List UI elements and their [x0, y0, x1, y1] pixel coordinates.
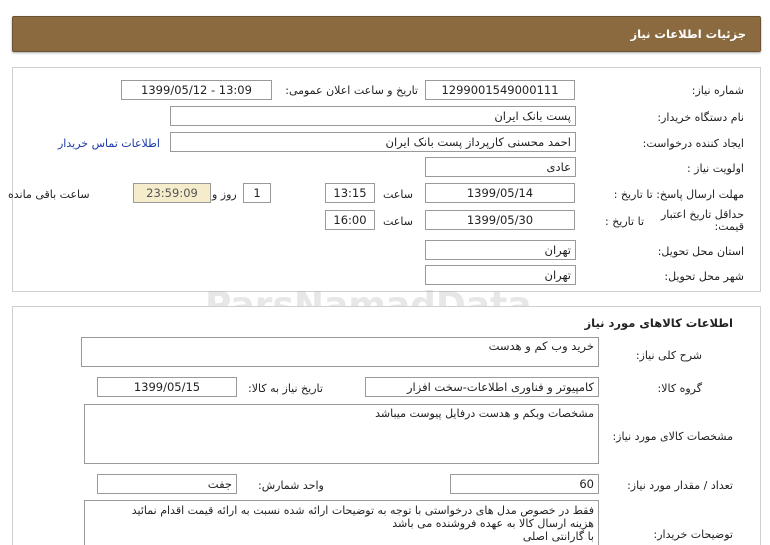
buyer-org-field: پست بانک ایران: [170, 106, 576, 126]
reply-date-field: 1399/05/14: [425, 183, 575, 203]
page-header: جزئیات اطلاعات نیاز: [12, 16, 761, 52]
quantity-field: 60: [450, 474, 599, 494]
buyer-notes-label: توضیحات خریدار:: [653, 528, 734, 541]
goods-specs-label: مشخصات کالای مورد نیاز:: [612, 430, 733, 443]
reply-time-label: ساعت: [383, 188, 413, 201]
time-left-label: ساعت باقی مانده: [8, 188, 90, 201]
goods-specs-field: مشخصات وبکم و هدست درفایل پیوست میباشد: [84, 404, 599, 464]
priority-field: عادی: [425, 157, 576, 177]
need-date-label: تاریخ نیاز به کالا:: [248, 382, 323, 395]
price-to-date-label: تا تاریخ :: [605, 215, 644, 228]
goods-group-label: گروه کالا:: [657, 382, 702, 395]
unit-field: جفت: [97, 474, 237, 494]
buyer-notes-field: فقط در خصوص مدل های درخواستی با توجه به …: [84, 500, 599, 545]
requester-field: احمد محسنی کارپرداز پست بانک ایران: [170, 132, 576, 152]
unit-label: واحد شمارش:: [258, 479, 324, 492]
buyer-note-line: هزینه ارسال کالا به عهده فروشنده می باشد: [392, 517, 594, 530]
need-date-field: 1399/05/15: [97, 377, 237, 397]
price-time-field: 16:00: [325, 210, 375, 230]
province-field: تهران: [425, 240, 576, 260]
province-label: استان محل تحویل:: [657, 245, 744, 258]
reply-deadline-label: مهلت ارسال پاسخ: تا تاریخ :: [613, 188, 744, 201]
need-number-field: 1299001549000111: [425, 80, 575, 100]
city-field: تهران: [425, 265, 576, 285]
days-left-field: 1: [243, 183, 271, 203]
page-title: جزئیات اطلاعات نیاز: [630, 27, 746, 41]
price-date-field: 1399/05/30: [425, 210, 575, 230]
buyer-contact-link[interactable]: اطلاعات تماس خریدار: [58, 137, 160, 150]
buyer-note-line: با گارانتی اصلی: [522, 530, 594, 543]
price-validity-label: حداقل تاریخ اعتبار قیمت:: [660, 208, 744, 233]
city-label: شهر محل تحویل:: [664, 270, 744, 283]
buyer-org-label: نام دستگاه خریدار:: [657, 111, 744, 124]
announce-datetime-label: تاریخ و ساعت اعلان عمومی:: [285, 84, 418, 97]
need-number-label: شماره نیاز:: [691, 84, 744, 97]
buyer-note-line: فقط در خصوص مدل های درخواستی با توجه به …: [131, 504, 594, 517]
goods-group-field: کامپیوتر و فناوری اطلاعات-سخت افزار: [365, 377, 599, 397]
goods-section-title: اطلاعات کالاهای مورد نیاز: [584, 316, 733, 330]
quantity-label: تعداد / مقدار مورد نیاز:: [627, 479, 733, 492]
price-time-label: ساعت: [383, 215, 413, 228]
need-info-panel: [12, 67, 761, 292]
days-left-label: روز و: [212, 188, 237, 201]
requester-label: ایجاد کننده درخواست:: [642, 137, 744, 150]
general-desc-field: خرید وب کم و هدست: [81, 337, 599, 367]
general-desc-label: شرح کلی نیاز:: [635, 349, 702, 362]
time-left-field: 23:59:09: [133, 183, 211, 203]
priority-label: اولویت نیاز :: [686, 162, 744, 175]
reply-time-field: 13:15: [325, 183, 375, 203]
announce-datetime-field: 1399/05/12 - 13:09: [121, 80, 272, 100]
